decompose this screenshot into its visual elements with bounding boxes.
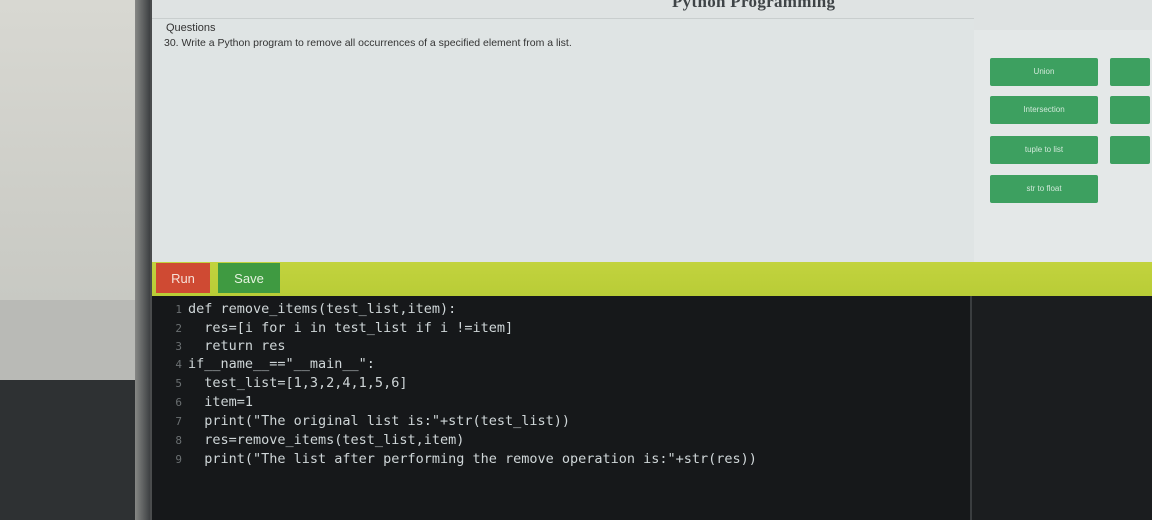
- sidebar-button-partial-2[interactable]: [1110, 96, 1150, 124]
- code-line: 8 res=remove_items(test_list,item): [152, 431, 464, 450]
- code-line: 4 if__name__=="__main__":: [152, 355, 375, 374]
- code-line: 1 def remove_items(test_list,item):: [152, 300, 456, 319]
- line-number: 2: [175, 322, 182, 335]
- code-editor[interactable]: 1 def remove_items(test_list,item): 2 res…: [152, 296, 970, 520]
- code-text: if__name__=="__main__":: [188, 356, 375, 372]
- save-button[interactable]: Save: [218, 263, 280, 293]
- sidebar-button-partial-3[interactable]: [1110, 136, 1150, 164]
- line-number: 9: [175, 453, 182, 466]
- intersection-button[interactable]: Intersection: [990, 96, 1098, 124]
- code-line: 7 print("The original list is:"+str(test…: [152, 412, 570, 431]
- code-text: print("The original list is:"+str(test_l…: [188, 413, 571, 429]
- sidebar-button-partial-1[interactable]: [1110, 58, 1150, 86]
- code-text: test_list=[1,3,2,4,1,5,6]: [188, 375, 408, 391]
- background-shadow: [0, 380, 135, 520]
- line-number: 7: [175, 415, 182, 428]
- line-number: 4: [175, 358, 182, 371]
- code-text: print("The list after performing the rem…: [188, 451, 757, 467]
- background-wall: [0, 0, 135, 300]
- questions-heading: Questions: [166, 22, 216, 34]
- code-text: item=1: [188, 394, 254, 410]
- question-panel: Questions 30. Write a Python program to …: [152, 18, 974, 269]
- union-button[interactable]: Union: [990, 58, 1098, 86]
- code-line: 9 print("The list after performing the r…: [152, 450, 757, 469]
- code-text: return res: [188, 338, 286, 354]
- str-to-float-button[interactable]: str to float: [990, 175, 1098, 203]
- code-text: res=[i for i in test_list if i !=item]: [188, 320, 514, 336]
- editor-toolbar: Run Save: [152, 262, 1152, 298]
- code-line: 3 return res: [152, 337, 286, 356]
- code-line: 2 res=[i for i in test_list if i !=item]: [152, 319, 513, 338]
- line-number: 6: [175, 396, 182, 409]
- page-title: Python Programming: [672, 0, 836, 11]
- code-text: def remove_items(test_list,item):: [188, 301, 457, 317]
- tuple-to-list-button[interactable]: tuple to list: [990, 136, 1098, 164]
- line-number: 1: [175, 303, 182, 316]
- line-number: 5: [175, 377, 182, 390]
- screen: Python Programming Questions 30. Write a…: [152, 0, 1152, 520]
- background-desk: [0, 300, 135, 380]
- output-panel[interactable]: [970, 296, 1152, 520]
- code-line: 5 test_list=[1,3,2,4,1,5,6]: [152, 374, 407, 393]
- code-text: res=remove_items(test_list,item): [188, 432, 465, 448]
- line-number: 3: [175, 340, 182, 353]
- run-button[interactable]: Run: [156, 263, 210, 293]
- line-number: 8: [175, 434, 182, 447]
- question-text: 30. Write a Python program to remove all…: [164, 37, 572, 49]
- code-line: 6 item=1: [152, 393, 253, 412]
